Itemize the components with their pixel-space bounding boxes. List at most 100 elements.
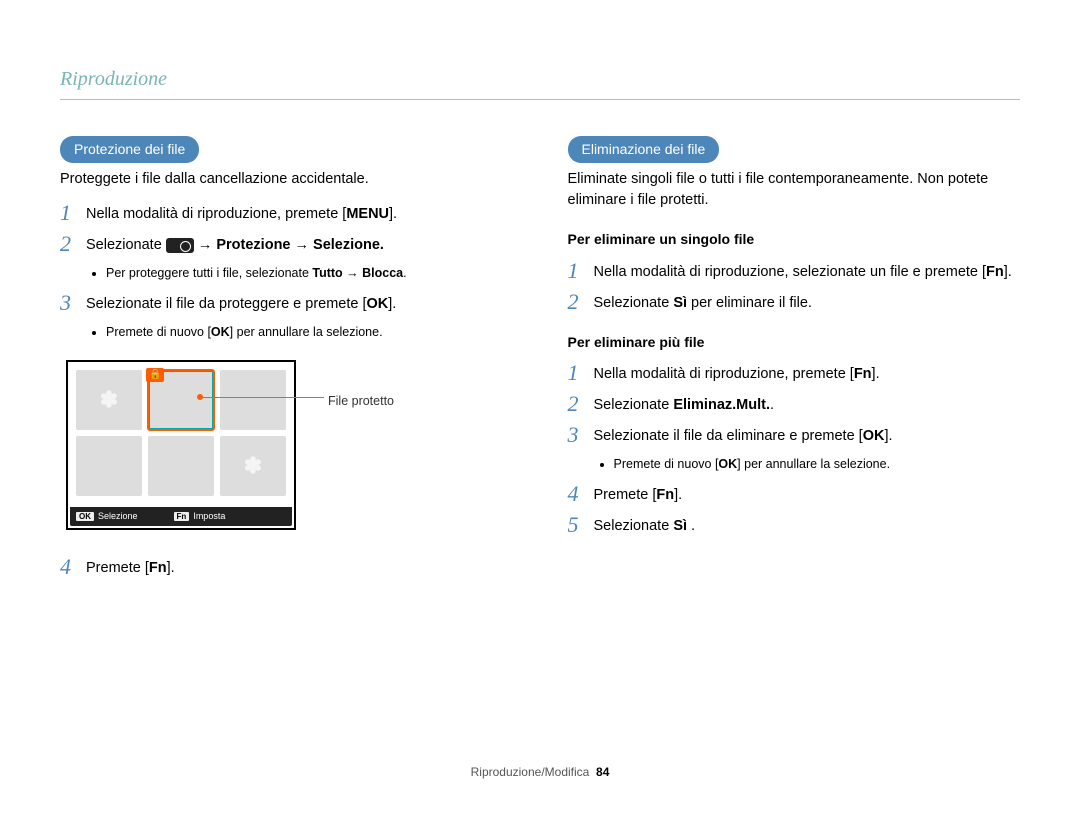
left-column: Protezione dei file Proteggete i file da… [60, 136, 513, 587]
step-3: 3 Selezionate il file da proteggere e pr… [60, 292, 513, 315]
step-number: 3 [60, 292, 74, 314]
step-4: 4 Premete [Fn]. [568, 483, 1021, 506]
text: Premete [ [86, 560, 149, 576]
lock-icon: 🔒 [146, 368, 164, 383]
page-number: 84 [596, 765, 609, 779]
section-pill-protect: Protezione dei file [60, 136, 199, 163]
step-3: 3 Selezionate il file da eliminare e pre… [568, 424, 1021, 447]
steps-protect-end: 4 Premete [Fn]. [60, 556, 513, 579]
bold-path: → Protezione → Selezione. [194, 237, 384, 253]
fn-keycap: Fn [174, 512, 190, 521]
footer-ok-group: OKSelezione [76, 510, 138, 523]
thumb-1: ✽ [76, 370, 142, 430]
text: Nella modalità di riproduzione, premete … [594, 366, 854, 382]
step-4: 4 Premete [Fn]. [60, 556, 513, 579]
footer-fn-group: FnImposta [174, 510, 226, 523]
text: ]. [884, 428, 892, 444]
step-text: Premete [Fn]. [594, 483, 1021, 506]
right-column: Eliminazione dei file Eliminate singoli … [568, 136, 1021, 587]
steps-delete-multi-cont: 4 Premete [Fn]. 5 Selezionate Sì . [568, 483, 1021, 537]
text: . [403, 266, 406, 280]
text: Selezionate [594, 397, 674, 413]
text: Nella modalità di riproduzione, selezion… [594, 264, 987, 280]
bullet: Per proteggere tutti i file, selezionate… [106, 264, 513, 282]
step-5: 5 Selezionate Sì . [568, 514, 1021, 537]
text: Nella modalità di riproduzione, premete … [86, 206, 346, 222]
step-2-bullets: Per proteggere tutti i file, selezionate… [88, 264, 513, 282]
thumb-2-selected: 🔒 [148, 370, 214, 430]
ok-key: OK [863, 428, 885, 444]
display-settings-icon [166, 238, 194, 253]
text: Premete di nuovo [ [106, 325, 211, 339]
fn-key: Fn [854, 366, 872, 382]
step-1: 1 Nella modalità di riproduzione, premet… [568, 362, 1021, 385]
text: ] per annullare la selezione. [230, 325, 383, 339]
bullet: Premete di nuovo [OK] per annullare la s… [614, 455, 1021, 473]
step-number: 4 [60, 556, 74, 578]
flower-icon: ✽ [100, 384, 118, 416]
step-number: 2 [568, 393, 582, 415]
bold: Eliminaz.Mult. [673, 397, 770, 413]
step-number: 3 [568, 424, 582, 446]
thumb-6: ✽ [220, 436, 286, 496]
thumb-3 [220, 370, 286, 430]
bold: Tutto [312, 266, 342, 280]
step-text: Selezionate Sì per eliminare il file. [594, 291, 1021, 314]
footer-fn-label: Imposta [193, 511, 225, 521]
step-number: 1 [568, 260, 582, 282]
step-text: Premete [Fn]. [86, 556, 513, 579]
step-3-bullets: Premete di nuovo [OK] per annullare la s… [88, 323, 513, 341]
thumb-5 [148, 436, 214, 496]
steps-delete-single: 1 Nella modalità di riproduzione, selezi… [568, 260, 1021, 314]
step-1: 1 Nella modalità di riproduzione, selezi… [568, 260, 1021, 283]
steps-protect: 1 Nella modalità di riproduzione, premet… [60, 202, 513, 256]
columns: Protezione dei file Proteggete i file da… [60, 136, 1020, 587]
camera-screenshot-wrap: ✽ 🔒 ✽ OKSelezione FnImposta [66, 360, 513, 530]
bold: Sì [673, 295, 687, 311]
step-2: 2 Selezionate Eliminaz.Mult.. [568, 393, 1021, 416]
text: Selezionate [594, 518, 674, 534]
page-content: Riproduzione Protezione dei file Protegg… [0, 0, 1080, 617]
ok-key: OK [211, 325, 230, 339]
section-subtitle: Proteggete i file dalla cancellazione ac… [60, 169, 513, 190]
step-number: 1 [568, 362, 582, 384]
step-2: 2 Selezionate → Protezione → Selezione. [60, 233, 513, 256]
text: Selezionate [86, 237, 166, 253]
text: Selezionate [594, 295, 674, 311]
footer-ok-label: Selezione [98, 511, 138, 521]
thumb-4 [76, 436, 142, 496]
step-text: Selezionate Eliminaz.Mult.. [594, 393, 1021, 416]
bold: Sì [673, 518, 687, 534]
text: Selezionate il file da eliminare e preme… [594, 428, 863, 444]
breadcrumb-title: Riproduzione [60, 68, 1020, 100]
text: Selezionate il file da proteggere e prem… [86, 296, 367, 312]
ok-key: OK [367, 296, 389, 312]
camera-screenshot: ✽ 🔒 ✽ OKSelezione FnImposta [66, 360, 296, 530]
step-1: 1 Nella modalità di riproduzione, premet… [60, 202, 513, 225]
callout-line [200, 397, 324, 398]
step-text: Nella modalità di riproduzione, premete … [594, 362, 1021, 385]
footer-section: Riproduzione/Modifica [471, 765, 590, 779]
text: Premete [ [594, 487, 657, 503]
step-number: 1 [60, 202, 74, 224]
section-pill-delete: Eliminazione dei file [568, 136, 720, 163]
text: ]. [167, 560, 175, 576]
step-text: Selezionate il file da eliminare e preme… [594, 424, 1021, 447]
step-text: Nella modalità di riproduzione, premete … [86, 202, 513, 225]
bullet: Premete di nuovo [OK] per annullare la s… [106, 323, 513, 341]
menu-key: MENU [346, 206, 389, 222]
fn-key: Fn [656, 487, 674, 503]
text: . [770, 397, 774, 413]
text: Per proteggere tutti i file, selezionate [106, 266, 312, 280]
step-text: Nella modalità di riproduzione, selezion… [594, 260, 1021, 283]
text: ] per annullare la selezione. [737, 457, 890, 471]
fn-key: Fn [986, 264, 1004, 280]
step-text: Selezionate il file da proteggere e prem… [86, 292, 513, 315]
flower-icon: ✽ [244, 450, 262, 482]
screenshot-footer-bar: OKSelezione FnImposta [70, 507, 292, 526]
text: ]. [1004, 264, 1012, 280]
bold: Blocca [362, 266, 403, 280]
subhead-single-delete: Per eliminare un singolo file [568, 229, 1021, 249]
text: per eliminare il file. [687, 295, 812, 311]
text: ]. [389, 206, 397, 222]
